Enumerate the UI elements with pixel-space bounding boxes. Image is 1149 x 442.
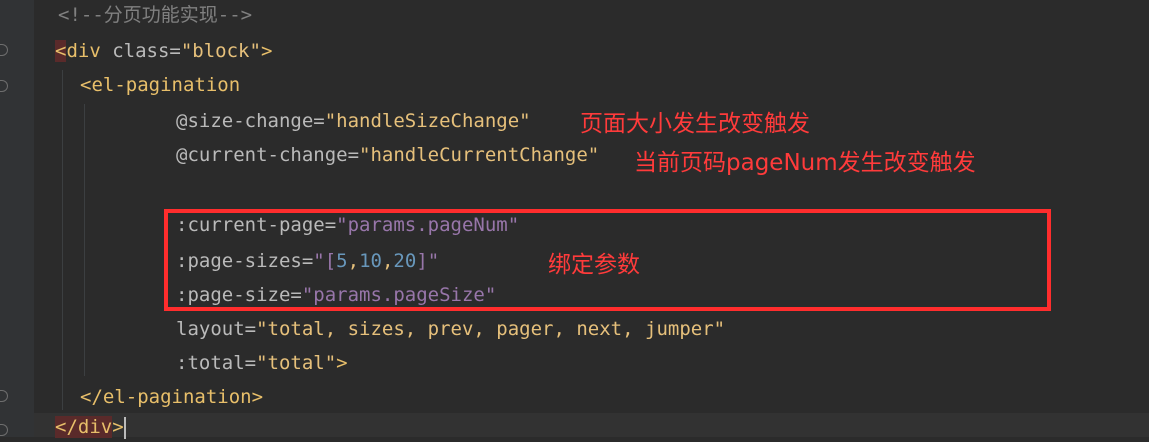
- attr-name: layout=: [176, 318, 257, 340]
- tag-bracket: >: [112, 416, 124, 438]
- tag-bracket: >: [260, 40, 273, 62]
- annotation-size-change: 页面大小发生改变触发: [580, 111, 810, 137]
- text-caret: [123, 416, 126, 439]
- fold-icon[interactable]: [0, 80, 8, 92]
- tag-name: div: [66, 40, 101, 62]
- annotation-bind-params: 绑定参数: [548, 252, 640, 278]
- tag-bracket: >: [251, 386, 264, 408]
- indent-guide: [62, 70, 63, 410]
- attr-name: @size-change=: [176, 110, 325, 132]
- tag-bracket: </: [80, 386, 103, 408]
- attr-name: @current-change=: [176, 144, 360, 166]
- code-line-5: @current-change="handleCurrentChange": [176, 140, 599, 170]
- attr-value: "handleSizeChange": [324, 110, 531, 132]
- code-line-4: @size-change="handleSizeChange": [176, 106, 531, 136]
- attr-value: "handleCurrentChange": [359, 144, 600, 166]
- tag-bracket: >: [336, 352, 348, 374]
- code-line-3: <el-pagination: [80, 70, 240, 100]
- tag-bracket: <: [55, 40, 67, 62]
- code-line-10: layout="total, sizes, prev, pager, next,…: [176, 314, 725, 344]
- fold-icon[interactable]: [0, 44, 8, 56]
- editor-gutter: [0, 0, 34, 437]
- tag-bracket: </: [55, 416, 78, 438]
- tag-name: el-pagination: [91, 74, 241, 96]
- indent-guide: [84, 104, 85, 376]
- code-line-11: :total="total">: [176, 348, 348, 378]
- annotation-current-change: 当前页码pageNum发生改变触发: [634, 150, 976, 176]
- code-line-2: <div class="block">: [55, 36, 272, 66]
- current-line-highlight: [34, 413, 1149, 437]
- attr-value: "block": [180, 40, 261, 62]
- attr-value: "total": [256, 352, 337, 374]
- tag-name: el-pagination: [102, 386, 252, 408]
- attr-name: :total=: [176, 352, 257, 374]
- code-line-1: <!--分页功能实现-->: [58, 0, 252, 30]
- fold-icon[interactable]: [0, 424, 8, 436]
- tag-name: div: [77, 416, 113, 438]
- attr-name: class=: [100, 40, 181, 62]
- tag-bracket: <: [80, 74, 92, 96]
- fold-icon[interactable]: [0, 390, 8, 402]
- code-line-12: </el-pagination>: [80, 382, 263, 412]
- html-comment: <!--分页功能实现-->: [58, 4, 253, 26]
- code-line-13[interactable]: </div>: [55, 412, 126, 442]
- attr-value: "total, sizes, prev, pager, next, jumper…: [256, 318, 726, 340]
